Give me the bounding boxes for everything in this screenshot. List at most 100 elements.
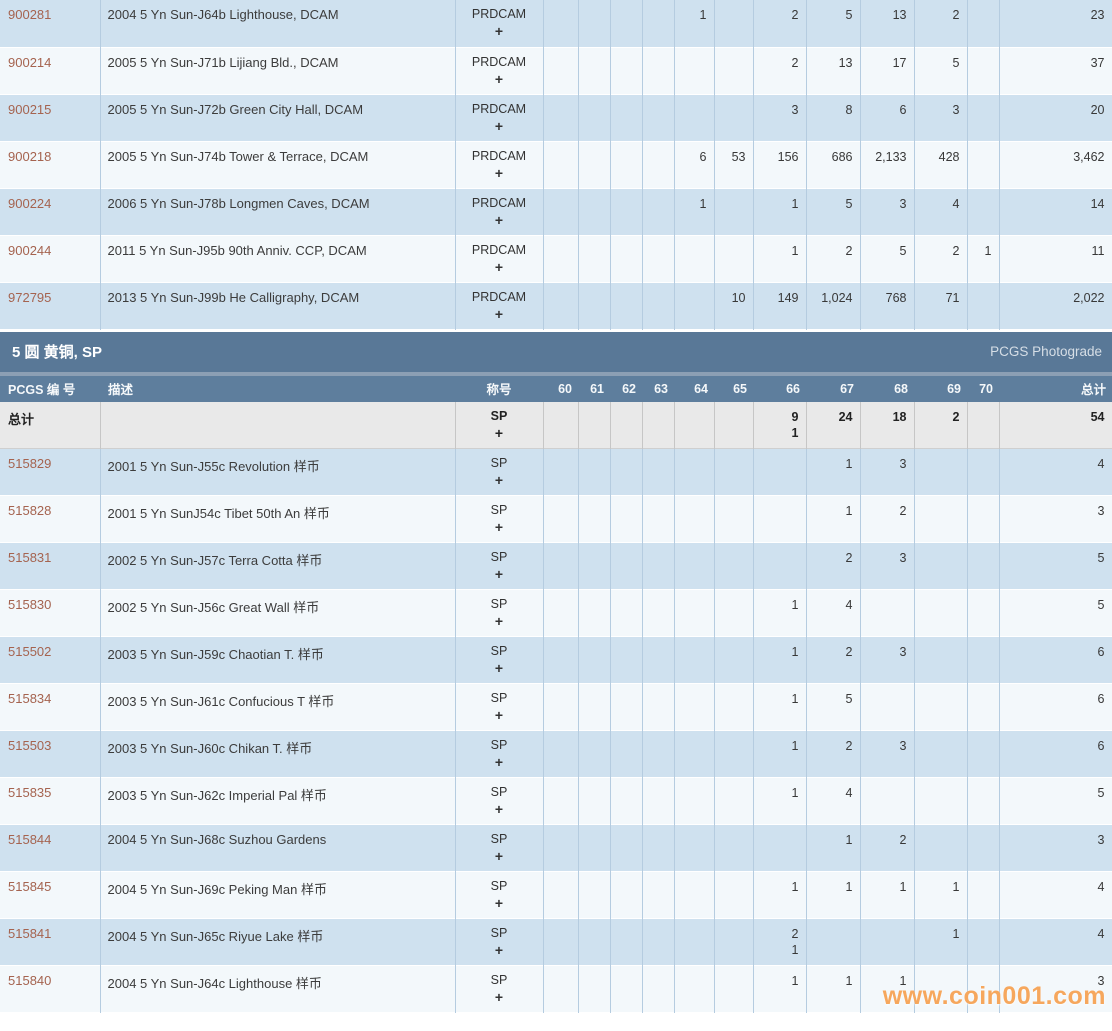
designation-label: SP (456, 644, 543, 658)
grade-value-cell (967, 496, 999, 543)
grade-value-cell (714, 731, 753, 778)
grade-value-cell (578, 94, 610, 141)
grade-value-cell: 3 (860, 543, 914, 590)
pcgs-number-link[interactable]: 515835 (0, 778, 100, 825)
grade-value-cell (578, 449, 610, 496)
pcgs-number-link[interactable]: 515840 (0, 966, 100, 1013)
pcgs-number-link[interactable]: 515502 (0, 637, 100, 684)
pcgs-number-link[interactable]: 900214 (0, 47, 100, 94)
grade-value-cell (543, 235, 578, 282)
table-row: 9002442011 5 Yn Sun-J95b 90th Anniv. CCP… (0, 235, 1112, 282)
designation-label: SP (456, 597, 543, 611)
coin-description: 2003 5 Yn Sun-J60c Chikan T. 样币 (100, 731, 455, 778)
plus-sign: + (456, 942, 543, 958)
pcgs-number-link[interactable]: 515831 (0, 543, 100, 590)
grade-value-cell (753, 543, 806, 590)
col-header-description: 描述 (100, 376, 455, 402)
coin-description: 2004 5 Yn Sun-J64b Lighthouse, DCAM (100, 0, 455, 47)
pcgs-number-link[interactable]: 515844 (0, 825, 100, 872)
grade-value-cell (806, 919, 860, 966)
grade-value-cell (578, 637, 610, 684)
grade-value-cell: 1 (860, 872, 914, 919)
plus-sign: + (456, 23, 543, 39)
grade-value-cell: 1 (806, 966, 860, 1013)
grade-value-cell (967, 731, 999, 778)
grade-value-cell: 21 (753, 919, 806, 966)
total-value-cell: 24 (806, 402, 860, 449)
grade-value-cell (610, 872, 642, 919)
grade-value-cell (543, 94, 578, 141)
pcgs-number-link[interactable]: 900215 (0, 94, 100, 141)
grade-value-cell (578, 966, 610, 1013)
designation-cell: SP+ (455, 449, 543, 496)
table-row: 5158292001 5 Yn Sun-J55c Revolution 样币SP… (0, 449, 1112, 496)
grade-value-cell (578, 188, 610, 235)
row-total-cell: 6 (999, 731, 1112, 778)
grade-value-cell: 2 (806, 637, 860, 684)
grade-value-cell (578, 141, 610, 188)
grade-value-cell: 1 (753, 188, 806, 235)
grade-value-cell (610, 496, 642, 543)
grade-value-cell (714, 684, 753, 731)
designation-cell: SP+ (455, 919, 543, 966)
total-value-cell (642, 402, 674, 449)
coin-description: 2013 5 Yn Sun-J99b He Calligraphy, DCAM (100, 282, 455, 329)
pcgs-number-link[interactable]: 515834 (0, 684, 100, 731)
grade-value-cell (610, 282, 642, 329)
row-total-cell: 23 (999, 0, 1112, 47)
table-row: 9727952013 5 Yn Sun-J99b He Calligraphy,… (0, 282, 1112, 329)
pcgs-photograde-link[interactable]: PCGS Photograde (990, 344, 1102, 359)
designation-cell: SP+ (455, 496, 543, 543)
col-header-grade-68: 68 (860, 376, 914, 402)
grade-value-cell (543, 966, 578, 1013)
row-total-cell: 5 (999, 543, 1112, 590)
pcgs-number-link[interactable]: 900218 (0, 141, 100, 188)
grade-value-cell: 149 (753, 282, 806, 329)
grade-value-cell (610, 235, 642, 282)
grade-value-cell (714, 0, 753, 47)
grade-value-cell (610, 449, 642, 496)
grade-value-cell: 2 (860, 825, 914, 872)
grade-value-cell (674, 919, 714, 966)
row-total-cell: 3 (999, 825, 1112, 872)
col-header-grade-61: 61 (578, 376, 610, 402)
table-row: 5158342003 5 Yn Sun-J61c Confucious T 样币… (0, 684, 1112, 731)
pcgs-number-link[interactable]: 900224 (0, 188, 100, 235)
row-total-cell: 5 (999, 778, 1112, 825)
grade-value-cell (967, 0, 999, 47)
grade-value-cell (642, 731, 674, 778)
grade-value-cell (610, 543, 642, 590)
designation-cell: SP+ (455, 684, 543, 731)
grade-value-cell (578, 590, 610, 637)
grade-value-cell: 2 (753, 47, 806, 94)
grade-value-cell (714, 919, 753, 966)
grade-value-cell (543, 637, 578, 684)
grade-value-cell (674, 449, 714, 496)
grade-value-cell (914, 543, 967, 590)
pcgs-number-link[interactable]: 515841 (0, 919, 100, 966)
pcgs-number-link[interactable]: 900281 (0, 0, 100, 47)
plus-sign: + (456, 306, 543, 322)
coin-description: 2001 5 Yn Sun-J55c Revolution 样币 (100, 449, 455, 496)
total-value-cell (578, 402, 610, 449)
pcgs-number-link[interactable]: 972795 (0, 282, 100, 329)
pcgs-number-link[interactable]: 900244 (0, 235, 100, 282)
grade-value-cell (610, 590, 642, 637)
grade-value-cell (967, 449, 999, 496)
grade-value-cell: 1 (967, 235, 999, 282)
grade-value-cell: 428 (914, 141, 967, 188)
designation-cell: PRDCAM+ (455, 47, 543, 94)
pcgs-number-link[interactable]: 515830 (0, 590, 100, 637)
plus-sign: + (456, 801, 543, 817)
grade-value-cell (642, 543, 674, 590)
pcgs-number-link[interactable]: 515845 (0, 872, 100, 919)
pcgs-number-link[interactable]: 515828 (0, 496, 100, 543)
row-total-cell: 3 (999, 966, 1112, 1013)
pcgs-number-link[interactable]: 515503 (0, 731, 100, 778)
grade-value-cell (860, 590, 914, 637)
pcgs-number-link[interactable]: 515829 (0, 449, 100, 496)
grade-value-cell (642, 825, 674, 872)
grade-value-cell: 1 (860, 966, 914, 1013)
grade-value-cell: 4 (806, 590, 860, 637)
grade-value-cell (674, 94, 714, 141)
